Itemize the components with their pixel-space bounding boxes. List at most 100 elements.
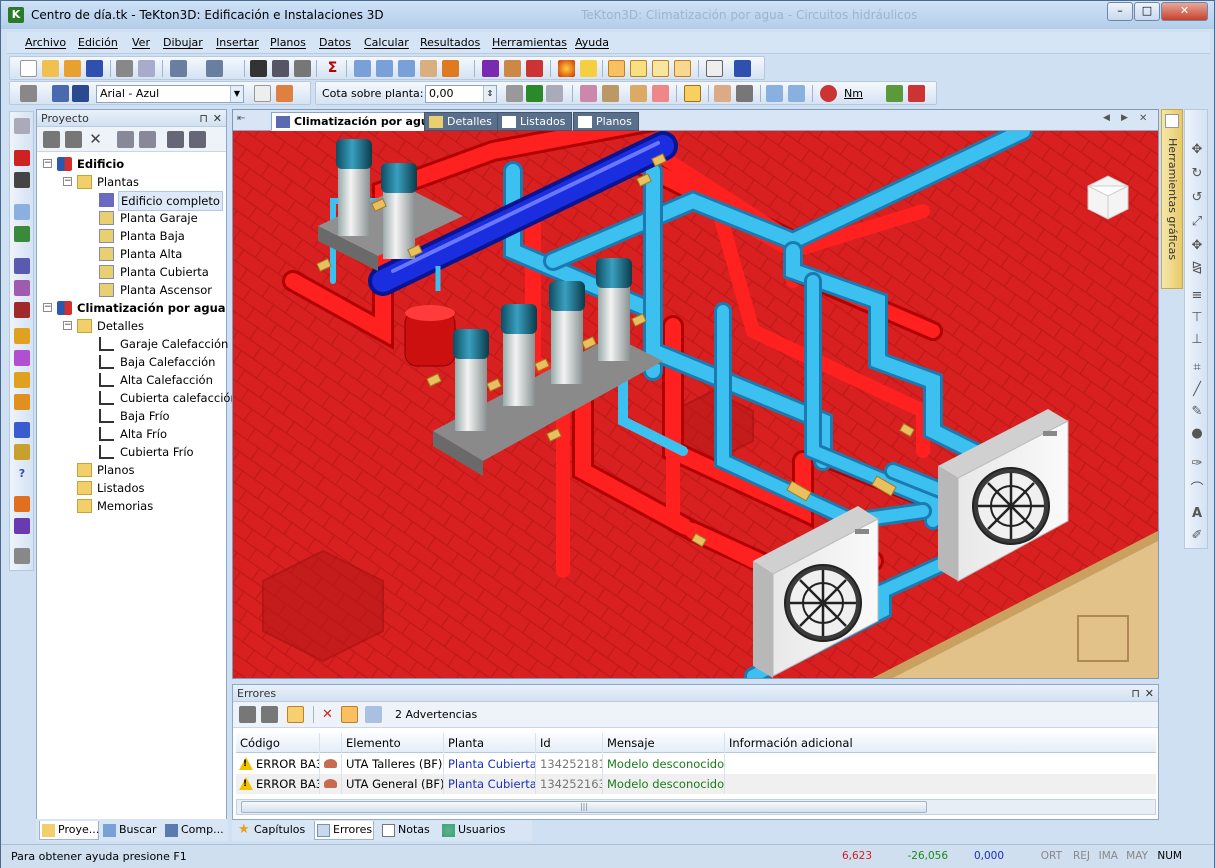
close-button[interactable]: ✕: [1161, 2, 1208, 21]
scale-icon[interactable]: ⤢: [1189, 214, 1205, 230]
detail-view-icon[interactable]: [674, 60, 691, 77]
menu-planos[interactable]: Planos: [270, 36, 306, 49]
spinner-icon[interactable]: ⇕: [483, 86, 496, 102]
measure-icon[interactable]: [504, 60, 521, 77]
previous-error-icon[interactable]: [239, 706, 256, 723]
trim-icon[interactable]: ⊥: [1189, 332, 1205, 348]
tab-usuarios[interactable]: Usuarios: [440, 821, 512, 840]
close-tab-icon[interactable]: ✕: [1139, 113, 1147, 124]
menu-insertar[interactable]: Insertar: [216, 36, 259, 49]
menu-resultados[interactable]: Resultados: [420, 36, 480, 49]
sum-icon[interactable]: Σ: [324, 60, 341, 77]
circuit-icon[interactable]: [14, 496, 30, 512]
select-cross-icon[interactable]: [788, 85, 805, 102]
col-codigo[interactable]: Código: [236, 733, 320, 753]
layers-icon[interactable]: [482, 60, 499, 77]
tank-icon[interactable]: [14, 204, 30, 220]
status-ort[interactable]: ORT: [1039, 848, 1065, 865]
grid-icon[interactable]: [20, 85, 37, 102]
pan-hand-icon[interactable]: [420, 60, 437, 77]
properties-icon[interactable]: [43, 131, 60, 148]
tab-listados[interactable]: Listados: [497, 112, 573, 131]
dots-grid-icon[interactable]: [580, 85, 597, 102]
help-icon[interactable]: ?: [14, 466, 30, 482]
tab-errores[interactable]: Errores: [314, 821, 374, 840]
tab-capitulos[interactable]: ★ Capítulos: [236, 821, 312, 840]
pipe-icon[interactable]: [14, 350, 30, 366]
plan-view-icon[interactable]: [630, 60, 647, 77]
pick-icon[interactable]: ✐: [1189, 528, 1205, 544]
new-style-icon[interactable]: [254, 85, 271, 102]
mirror-icon[interactable]: ⧎: [1189, 260, 1205, 276]
hatch-icon[interactable]: [734, 60, 751, 77]
save-icon[interactable]: [86, 60, 103, 77]
wall-icon[interactable]: [14, 118, 30, 134]
zoom-out-icon[interactable]: [398, 60, 415, 77]
first-tab-icon[interactable]: ⇤: [237, 113, 245, 124]
tab-planos[interactable]: Planos: [573, 112, 639, 131]
collapse-icon[interactable]: −: [43, 303, 52, 312]
pencil-icon[interactable]: ✎: [1189, 404, 1205, 420]
scrollbar-thumb[interactable]: |||: [241, 801, 927, 813]
plant-icon[interactable]: [14, 226, 30, 242]
zoom-icon[interactable]: [354, 60, 371, 77]
draw-style-icon[interactable]: [52, 85, 69, 102]
table-row[interactable]: ! ERROR BA3 UTA Talleres (BF) Planta Cub…: [236, 754, 1156, 774]
annotate-icon[interactable]: [714, 85, 731, 102]
manifold-icon[interactable]: [14, 518, 30, 534]
line-icon[interactable]: ╱: [1189, 382, 1205, 398]
text-style-icon[interactable]: [526, 60, 543, 77]
magnet-icon[interactable]: [820, 85, 837, 102]
collapse-icon[interactable]: −: [63, 321, 72, 330]
render-sphere-icon[interactable]: [558, 60, 575, 77]
chevron-down-icon[interactable]: ▼: [230, 86, 243, 102]
print-icon[interactable]: [116, 60, 133, 77]
pin-icon[interactable]: ⊓: [199, 112, 208, 125]
zoom-error-icon[interactable]: [365, 706, 382, 723]
ortho-icon[interactable]: [602, 85, 619, 102]
col-icon[interactable]: [320, 733, 342, 753]
tab-climatizacion[interactable]: Climatización por agua: [271, 112, 444, 131]
next-error-icon[interactable]: [261, 706, 278, 723]
lock-icon[interactable]: [526, 85, 543, 102]
note-icon[interactable]: [189, 131, 206, 148]
connect-icon[interactable]: [14, 422, 30, 438]
3d-view-icon[interactable]: [652, 60, 669, 77]
menu-calcular[interactable]: Calcular: [364, 36, 409, 49]
pump-icon[interactable]: [14, 328, 30, 344]
tab-proyecto[interactable]: Proye...: [39, 821, 99, 840]
offset-icon[interactable]: ≡: [1189, 288, 1205, 304]
next-tab-icon[interactable]: ▶: [1121, 113, 1128, 123]
tab-notas[interactable]: Notas: [380, 821, 434, 840]
fan-coil-icon[interactable]: [14, 280, 30, 296]
axes-icon[interactable]: [630, 85, 647, 102]
view-cube[interactable]: [1087, 175, 1129, 220]
col-planta[interactable]: Planta: [444, 733, 536, 753]
font-style-combo[interactable]: Arial - Azul ▼: [96, 85, 244, 103]
col-elemento[interactable]: Elemento: [342, 733, 444, 753]
cell-planta-link[interactable]: Planta Cubierta: [444, 774, 536, 794]
cell-planta-link[interactable]: Planta Cubierta: [444, 754, 536, 774]
zoom-in-icon[interactable]: [376, 60, 393, 77]
line-style-icon[interactable]: [72, 85, 89, 102]
keyboard-icon[interactable]: [736, 85, 753, 102]
minimize-button[interactable]: –: [1107, 2, 1133, 21]
graphic-tools-tab[interactable]: Herramientas gráficas: [1161, 109, 1183, 289]
edit-icon[interactable]: [272, 60, 289, 77]
refresh-icon[interactable]: [117, 131, 134, 148]
slab-icon[interactable]: [14, 172, 30, 188]
status-may[interactable]: MAY: [1125, 848, 1151, 865]
pin-icon[interactable]: ⊓: [1131, 687, 1140, 700]
select-window-icon[interactable]: [766, 85, 783, 102]
dimension-icon[interactable]: [684, 85, 701, 102]
nm-label[interactable]: Nm: [844, 87, 863, 100]
explode-icon[interactable]: ●: [1189, 426, 1205, 442]
pin-item-icon[interactable]: [167, 131, 184, 148]
eyedropper-icon[interactable]: ✑: [1189, 456, 1205, 472]
clear-errors-icon[interactable]: ✕: [319, 706, 336, 723]
snap-grid-icon[interactable]: [652, 85, 669, 102]
menu-herramientas[interactable]: Herramientas: [492, 36, 567, 49]
menu-datos[interactable]: Datos: [319, 36, 351, 49]
array-icon[interactable]: ⌗: [1189, 360, 1205, 376]
collapse-icon[interactable]: −: [43, 159, 52, 168]
